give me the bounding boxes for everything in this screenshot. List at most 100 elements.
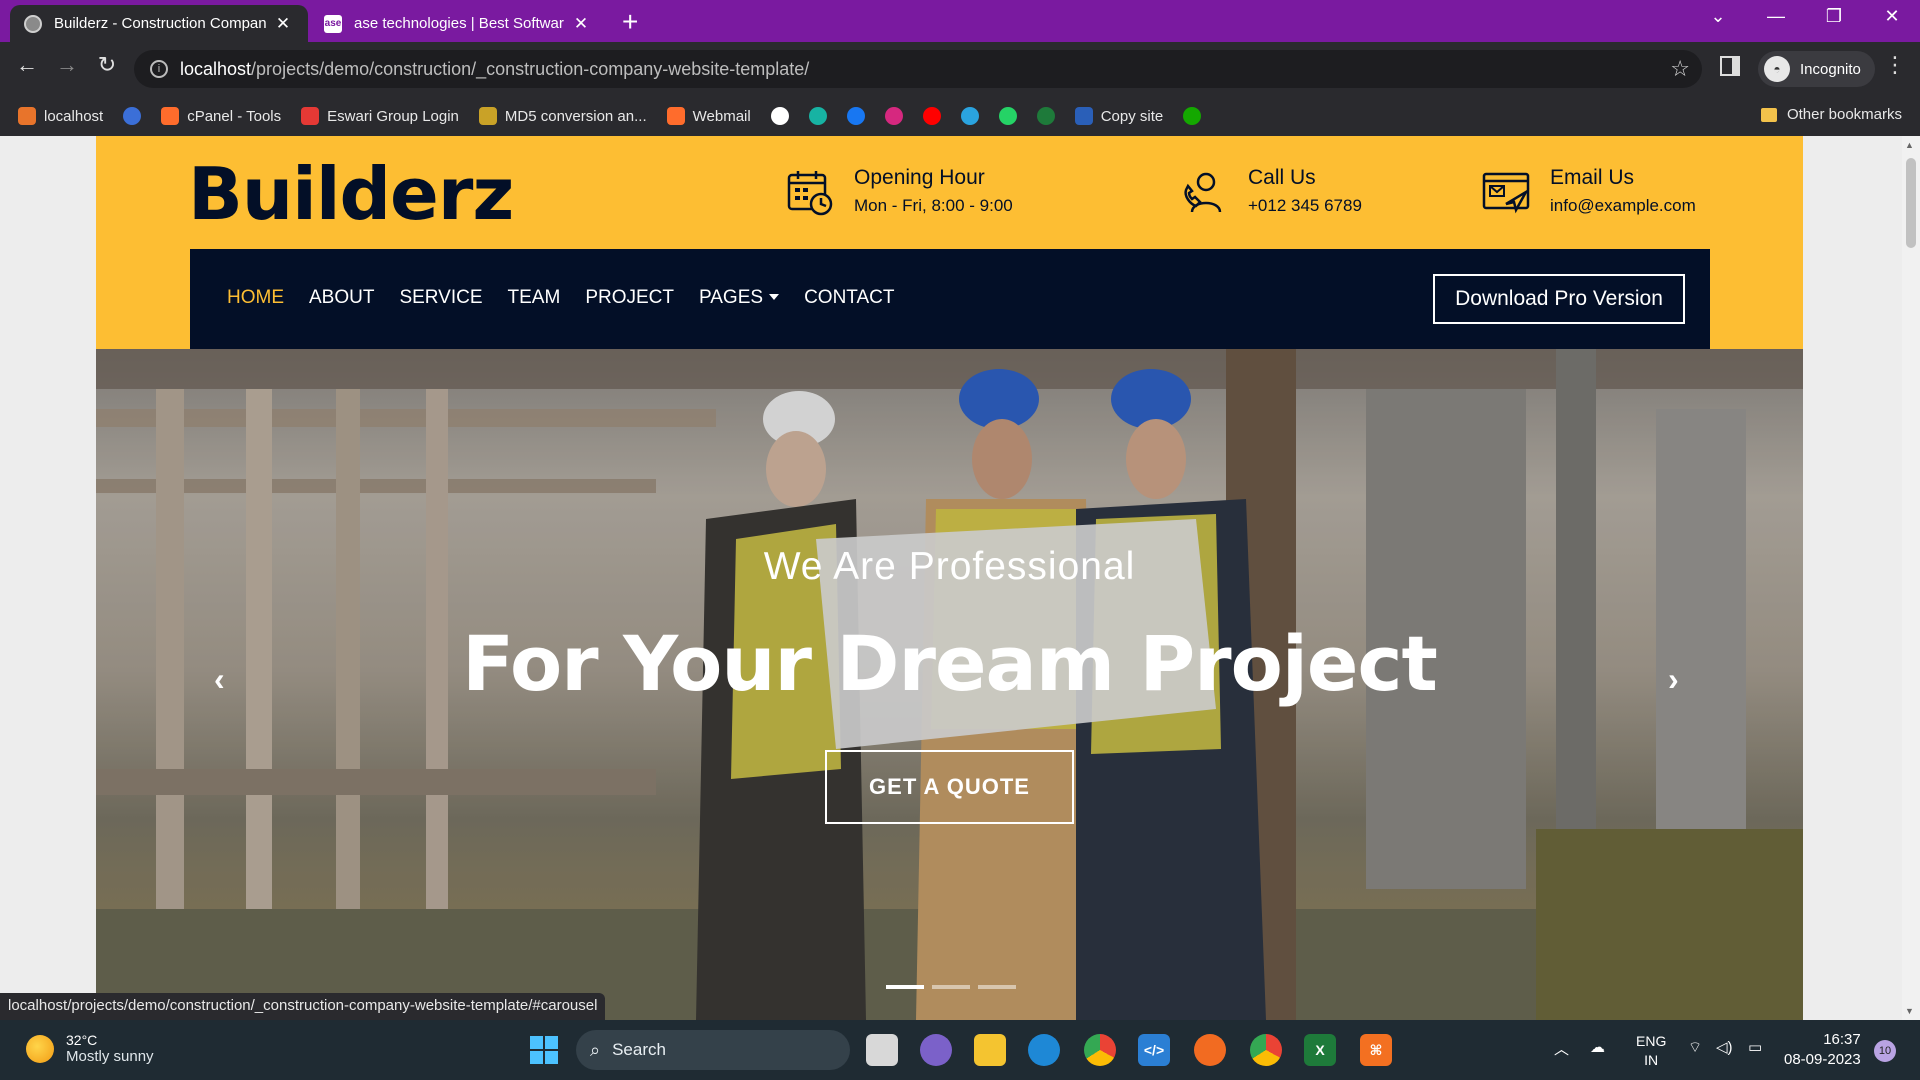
carousel-indicator[interactable] [932,985,970,989]
postman-icon[interactable] [1194,1034,1226,1066]
carousel-indicator[interactable] [886,985,924,989]
sun-cloud-icon [26,1034,54,1063]
bookmark-item[interactable] [884,107,903,125]
opening-hour-block: Opening Hour Mon - Fri, 8:00 - 9:00 [786,166,1013,216]
nav-service[interactable]: SERVICE [399,287,482,309]
browser-tab-bar: Builderz - Construction Company ✕ ase as… [0,0,1920,42]
email-us-value[interactable]: info@example.com [1550,196,1696,216]
carousel-indicator[interactable] [978,985,1016,989]
nav-label: PROJECT [585,287,674,308]
bookmark-item[interactable] [770,107,789,125]
sheet-icon [1036,107,1055,125]
carousel-prev-icon[interactable]: ‹ [214,661,225,698]
address-bar[interactable]: i localhost/projects/demo/construction/_… [134,50,1702,88]
browser-menu-icon[interactable]: ⋮ [1884,52,1906,78]
volume-icon[interactable]: ◁) [1716,1038,1733,1056]
edge-icon[interactable] [1028,1034,1060,1066]
other-bookmarks[interactable]: Other bookmarks [1760,106,1902,123]
windows-start-icon[interactable] [528,1034,560,1066]
xampp-icon[interactable]: ⌘ [1360,1034,1392,1066]
teams-chat-icon[interactable] [920,1034,952,1066]
bookmark-star-icon[interactable]: ☆ [1670,56,1690,82]
site-info-icon[interactable]: i [150,60,168,78]
main-navigation: HOME ABOUT SERVICE TEAM PROJECT PAGES CONTACT … [190,249,1710,349]
opening-hour-title: Opening Hour [854,166,985,189]
g-icon [301,107,320,125]
w-icon [1074,107,1093,125]
bookmark-item[interactable] [998,107,1017,125]
scroll-down-icon[interactable]: ▼ [1905,1006,1914,1016]
url-path: /projects/demo/construction/_constructio… [251,58,810,79]
bookmark-item[interactable]: MD5 conversion an... [478,107,647,125]
nav-home[interactable]: HOME [227,287,284,309]
bookmark-label: MD5 conversion an... [504,107,647,125]
cpanel-icon [666,107,685,125]
xampp-icon [18,107,36,125]
bookmark-item[interactable]: Webmail [666,107,751,125]
bookmark-item[interactable] [846,107,865,125]
excel-icon[interactable]: X [1304,1034,1336,1066]
scroll-thumb[interactable] [1906,158,1916,248]
bookmark-item[interactable] [922,107,941,125]
lang-primary: ENG [1636,1033,1667,1049]
bookmark-item[interactable] [1036,107,1055,125]
show-hidden-icons[interactable]: ︿ [1554,1038,1569,1059]
close-tab-icon[interactable]: ✕ [570,14,592,34]
tab-search-icon[interactable]: ⌄ [1698,6,1738,27]
close-tab-icon[interactable]: ✕ [272,14,294,34]
clock[interactable]: 16:37 08-09-2023 [1784,1030,1861,1070]
reload-icon[interactable]: ↻ [90,52,124,78]
vscode-icon[interactable]: </> [1138,1034,1170,1066]
scroll-up-icon[interactable]: ▲ [1905,140,1914,150]
hero-title: For Your Dream Project [462,619,1438,708]
carousel-next-icon[interactable]: › [1668,661,1679,698]
onedrive-icon[interactable]: ☁ [1590,1038,1605,1056]
forward-icon[interactable]: → [50,52,84,78]
tab-builderz[interactable]: Builderz - Construction Company ✕ [10,5,308,42]
back-icon[interactable]: ← [10,52,44,78]
nav-pages[interactable]: PAGES [699,287,780,309]
battery-icon[interactable]: ▭ [1748,1038,1762,1056]
github-icon [770,107,789,125]
bookmark-label: cPanel - Tools [187,107,282,125]
call-agent-icon [1184,172,1222,213]
bookmark-item[interactable] [960,107,979,125]
upwork-icon [1183,107,1202,125]
tab-ase[interactable]: ase ase technologies | Best Software ✕ [310,5,606,42]
new-tab-icon[interactable]: + [622,6,638,38]
nav-project[interactable]: PROJECT [585,287,674,309]
chrome-icon[interactable] [1084,1034,1116,1066]
chrome-incognito-icon[interactable] [1250,1034,1282,1066]
key-icon [478,107,497,125]
task-view-icon[interactable] [866,1034,898,1066]
bookmark-item[interactable] [1183,107,1202,125]
hero-carousel: We Are Professional For Your Dream Proje… [96,349,1803,1020]
weather-widget[interactable]: 32°C Mostly sunny [26,1032,154,1065]
bookmark-item[interactable] [808,107,827,125]
bookmark-item[interactable] [123,107,142,125]
incognito-profile-button[interactable]: ◓ Incognito [1758,51,1875,87]
language-indicator[interactable]: ENG IN [1636,1032,1666,1070]
file-explorer-icon[interactable] [974,1034,1006,1066]
site-logo[interactable]: Builderz [188,152,514,236]
page-scrollbar[interactable]: ▲ ▼ [1902,136,1920,1020]
nav-team[interactable]: TEAM [508,287,561,309]
cpanel-icon [161,107,180,125]
nav-contact[interactable]: CONTACT [804,287,894,309]
bookmark-item[interactable]: Copy site [1074,107,1163,125]
notification-badge[interactable]: 10 [1874,1040,1896,1062]
bookmark-item[interactable]: localhost [18,107,103,125]
wifi-icon[interactable]: ⌔ [1688,1038,1702,1057]
nav-about[interactable]: ABOUT [309,287,374,309]
side-panel-icon[interactable] [1720,56,1740,76]
restore-icon[interactable]: ❐ [1814,6,1854,27]
bookmark-item[interactable]: Eswari Group Login [301,107,459,125]
call-us-value[interactable]: +012 345 6789 [1248,196,1362,216]
minimize-icon[interactable]: — [1756,6,1796,27]
youtube-icon [922,107,941,125]
download-pro-button[interactable]: Download Pro Version [1433,274,1685,324]
bookmark-item[interactable]: cPanel - Tools [161,107,281,125]
close-window-icon[interactable]: ✕ [1872,6,1912,27]
get-a-quote-button[interactable]: GET A QUOTE [825,750,1074,824]
taskbar-search[interactable]: ⌕ Search [576,1030,850,1070]
